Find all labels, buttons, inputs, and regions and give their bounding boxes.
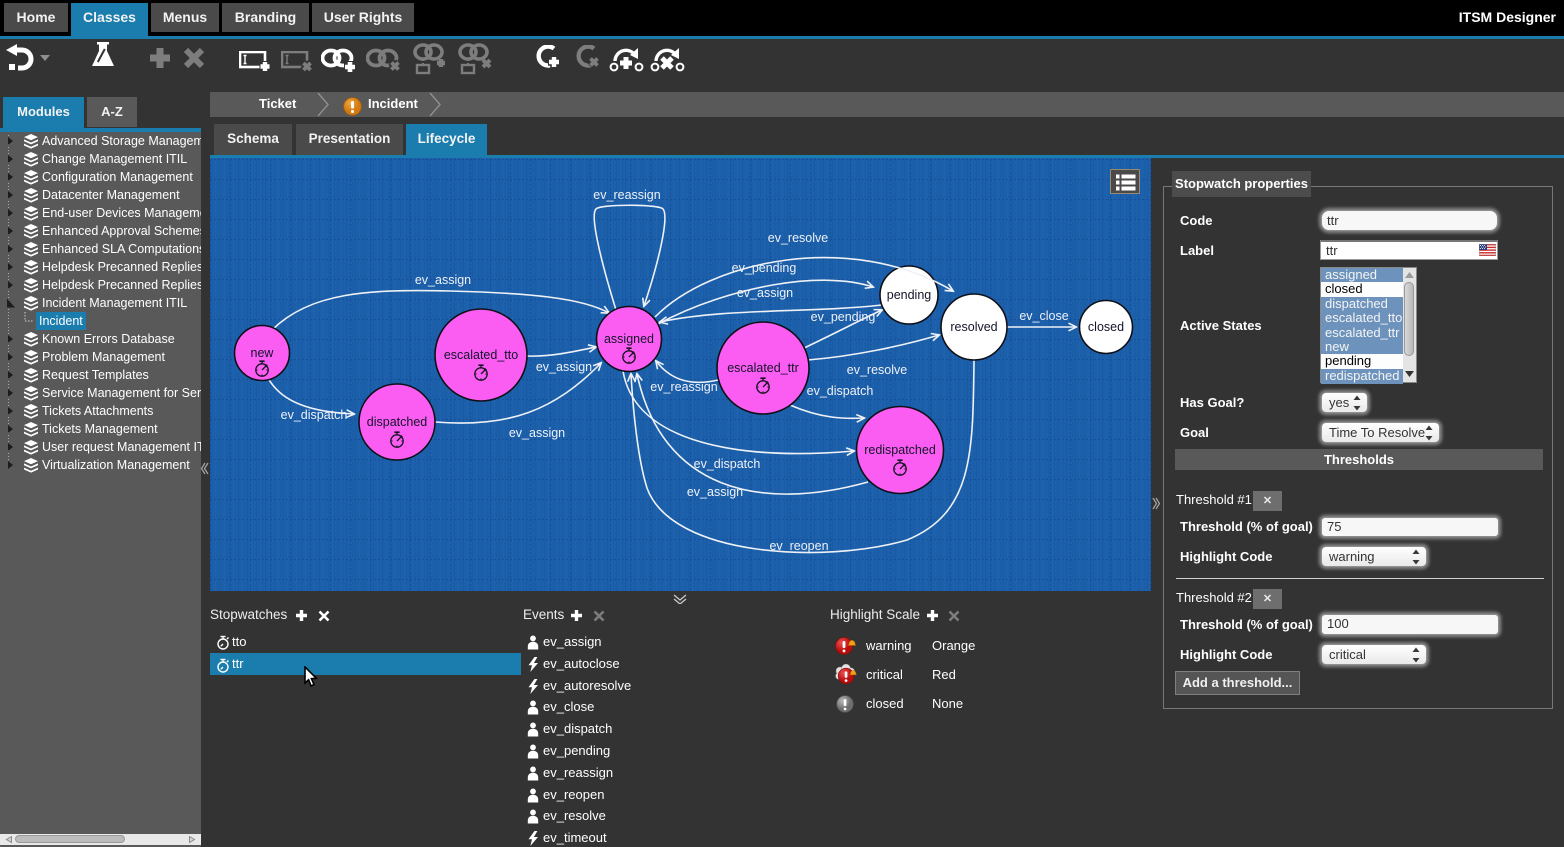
svg-text:ev_resolve: ev_resolve [768, 231, 828, 245]
svg-text:ev_resolve: ev_resolve [847, 363, 907, 377]
svg-text:ev_assign: ev_assign [737, 286, 793, 300]
svg-text:ev_assign: ev_assign [415, 273, 471, 287]
svg-text:ev_dispatch: ev_dispatch [694, 457, 761, 471]
svg-text:pending: pending [887, 288, 932, 302]
svg-text:closed: closed [1088, 320, 1124, 334]
svg-text:ev_pending: ev_pending [811, 310, 876, 324]
svg-text:assigned: assigned [604, 332, 654, 346]
svg-text:dispatched: dispatched [367, 415, 428, 429]
svg-text:ev_reassign: ev_reassign [593, 188, 660, 202]
svg-text:ev_reassign: ev_reassign [650, 380, 717, 394]
svg-text:ev_assign: ev_assign [687, 485, 743, 499]
svg-text:ev_dispatch: ev_dispatch [281, 408, 348, 422]
svg-text:ev_assign: ev_assign [509, 426, 565, 440]
svg-text:escalated_tto: escalated_tto [444, 348, 518, 362]
svg-text:redispatched: redispatched [864, 443, 936, 457]
svg-text:new: new [251, 346, 275, 360]
svg-text:resolved: resolved [950, 320, 997, 334]
svg-text:ev_reopen: ev_reopen [769, 539, 828, 553]
svg-text:escalated_ttr: escalated_ttr [727, 361, 799, 375]
svg-text:ev_dispatch: ev_dispatch [807, 384, 874, 398]
svg-text:ev_assign: ev_assign [536, 360, 592, 374]
svg-text:ev_close: ev_close [1019, 309, 1068, 323]
